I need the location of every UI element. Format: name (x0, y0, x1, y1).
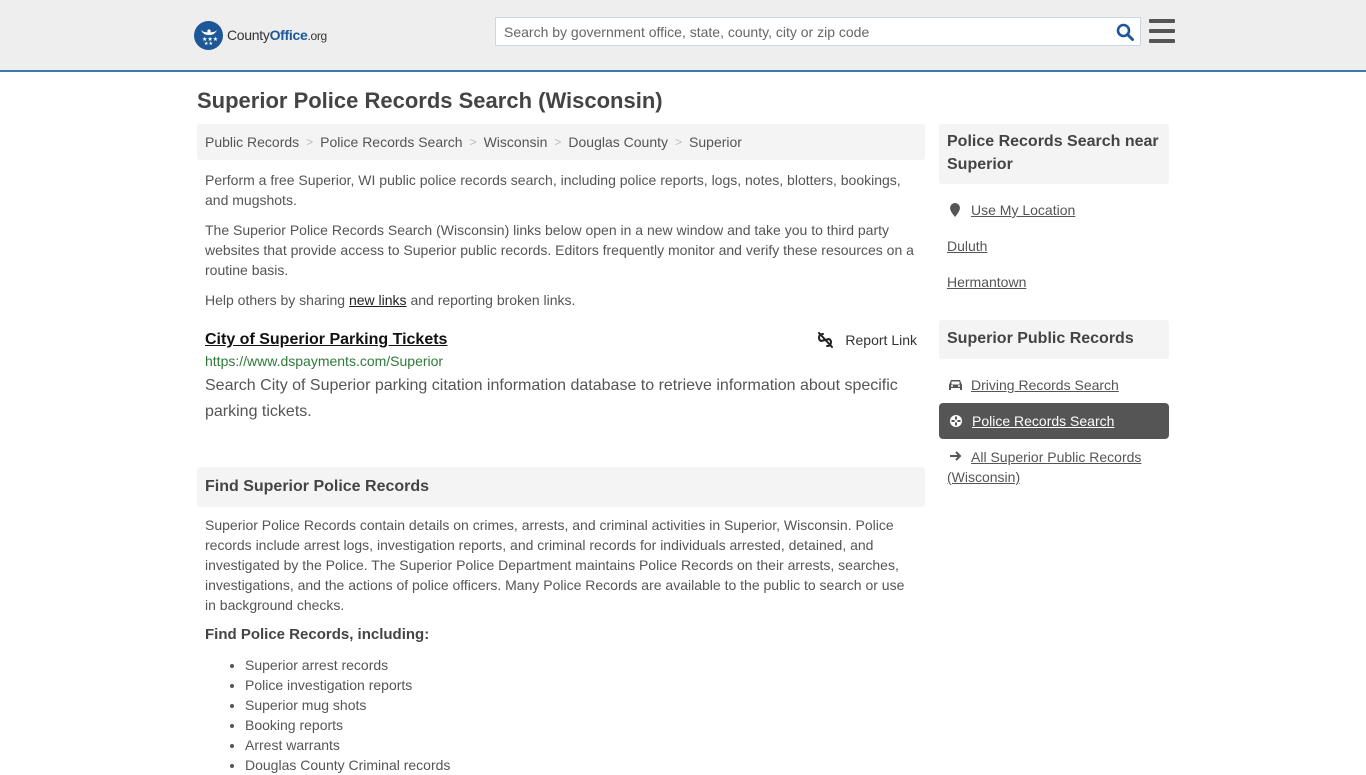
breadcrumb-separator: > (306, 135, 314, 149)
result-url: https://www.dspayments.com/Superior (205, 353, 444, 369)
intro-text: Perform a free Superior, WI public polic… (205, 170, 921, 320)
svg-text:★★: ★★ (204, 41, 213, 46)
breadcrumb-separator: > (469, 135, 477, 149)
arrow-right-icon (947, 447, 963, 467)
search-icon (1116, 23, 1134, 41)
list-item: Superior mug shots (245, 695, 450, 715)
breadcrumb-wisconsin[interactable]: Wisconsin (484, 134, 548, 150)
breadcrumb-police-records-search[interactable]: Police Records Search (320, 134, 462, 150)
intro-paragraph-3: Help others by sharing new links and rep… (205, 292, 576, 308)
result-title-link[interactable]: City of Superior Parking Tickets (205, 331, 447, 349)
map-marker-icon (947, 202, 963, 218)
sidebar-city-duluth[interactable]: Duluth (947, 236, 987, 256)
intro-paragraph-2: The Superior Police Records Search (Wisc… (205, 222, 914, 278)
breadcrumb: Public Records > Police Records Search >… (197, 124, 925, 160)
logo-text: CountyOffice.org (227, 27, 327, 43)
site-logo[interactable]: ★★★ ★★ CountyOffice.org (194, 20, 327, 50)
records-list: Superior arrest records Police investiga… (245, 655, 450, 775)
site-header: ★★★ ★★ CountyOffice.org (0, 0, 1366, 72)
find-records-heading: Find Superior Police Records (197, 467, 925, 507)
sidebar-public-records-heading: Superior Public Records (939, 320, 1169, 359)
breadcrumb-superior[interactable]: Superior (689, 134, 742, 150)
list-item: Police investigation reports (245, 675, 450, 695)
report-link-button[interactable]: Report Link (817, 332, 917, 348)
sidebar-driving-records-link[interactable]: Driving Records Search (947, 375, 1119, 395)
list-item: Arrest warrants (245, 735, 450, 755)
list-item: Superior arrest records (245, 655, 450, 675)
sidebar-police-records-link-active[interactable]: Police Records Search (939, 403, 1169, 439)
find-records-body: Superior Police Records contain details … (205, 517, 905, 613)
sidebar-city-hermantown[interactable]: Hermantown (947, 272, 1026, 292)
sidebar-near-heading: Police Records Search near Superior (939, 124, 1169, 184)
use-my-location-link[interactable]: Use My Location (947, 200, 1075, 220)
sidebar-all-public-records-link[interactable]: All Superior Public Records (Wisconsin) (947, 447, 1167, 487)
search-button[interactable] (1110, 18, 1140, 45)
breadcrumb-separator: > (554, 135, 562, 149)
broken-link-icon (818, 332, 834, 348)
site-search (495, 17, 1141, 46)
intro-paragraph-1: Perform a free Superior, WI public polic… (205, 172, 901, 208)
new-links-link[interactable]: new links (349, 292, 407, 308)
crosshair-icon (948, 414, 964, 428)
list-item: Douglas County Criminal records (245, 755, 450, 775)
breadcrumb-douglas-county[interactable]: Douglas County (568, 134, 668, 150)
find-records-subheading: Find Police Records, including: (205, 626, 430, 643)
car-icon (947, 379, 963, 391)
eagle-stars-icon: ★★★ ★★ (194, 20, 223, 50)
result-description: Search City of Superior parking citation… (205, 377, 898, 420)
breadcrumb-separator: > (675, 135, 683, 149)
list-item: Booking reports (245, 715, 450, 735)
search-input[interactable] (496, 18, 1110, 45)
page-title: Superior Police Records Search (Wisconsi… (197, 88, 663, 113)
breadcrumb-public-records[interactable]: Public Records (205, 134, 299, 150)
hamburger-menu-icon[interactable] (1149, 19, 1175, 43)
result-item: City of Superior Parking Tickets Report … (205, 330, 917, 425)
